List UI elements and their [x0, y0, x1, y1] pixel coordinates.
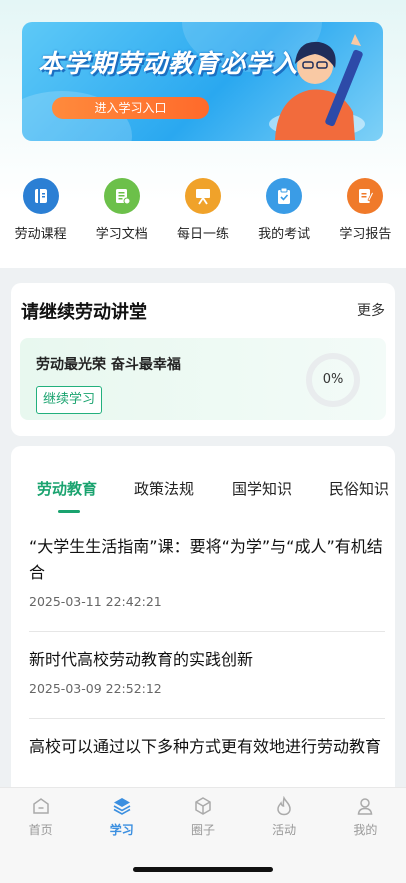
tabbar-label: 圈子 — [190, 823, 215, 837]
report-icon — [347, 178, 384, 214]
tabbar-label: 首页 — [28, 823, 53, 837]
quick-nav: 劳动课程 学习文档 每日一练 我的考试 学习报告 — [0, 178, 406, 246]
quick-item-daily-practice[interactable]: 每日一练 — [162, 178, 243, 246]
tabbar-study[interactable]: 学习 — [81, 788, 162, 849]
quick-item-label: 每日一练 — [176, 227, 229, 242]
home-icon — [32, 798, 49, 814]
banner-enter-button[interactable]: 进入学习入口 — [52, 97, 209, 119]
more-link[interactable]: 更多 — [357, 300, 385, 320]
quick-item-my-exams[interactable]: 我的考试 — [244, 178, 325, 246]
article-title: “大学生生活指南”课：要将“为学”与“成人”有机结合 — [29, 537, 383, 582]
tab-sinology[interactable]: 国学知识 — [232, 478, 292, 499]
user-icon — [358, 798, 373, 815]
article-title: 新时代高校劳动教育的实践创新 — [29, 650, 254, 669]
course-name: 劳动最光荣 奋斗最幸福 — [36, 357, 181, 373]
tab-policy-regulations[interactable]: 政策法规 — [134, 478, 194, 499]
continue-learning-button[interactable]: 继续学习 — [36, 386, 103, 414]
tabbar-label: 活动 — [272, 823, 297, 837]
article-date: 2025-03-11 22:42:21 — [29, 594, 162, 609]
tabbar-mine[interactable]: 我的 — [325, 788, 406, 849]
quick-item-courses[interactable]: 劳动课程 — [0, 178, 81, 246]
quick-item-documents[interactable]: 学习文档 — [81, 178, 162, 246]
tabbar-activity[interactable]: 活动 — [244, 788, 325, 849]
divider — [29, 718, 385, 719]
tabbar-home[interactable]: 首页 — [0, 788, 81, 849]
article-title: 高校可以通过以下多种方式更有效地进行劳动教育 — [29, 737, 382, 756]
active-tab-indicator — [58, 510, 80, 513]
home-indicator[interactable] — [133, 867, 273, 872]
lecture-section-title: 请继续劳动讲堂 — [21, 302, 147, 323]
divider — [29, 631, 385, 632]
articles-card: 劳动教育 政策法规 国学知识 民俗知识 “大学生生活指南”课：要将“为学”与“成… — [11, 446, 395, 806]
list-item[interactable]: “大学生生活指南”课：要将“为学”与“成人”有机结合 2025-03-11 22… — [29, 534, 385, 609]
quick-item-label: 学习文档 — [95, 227, 148, 242]
quick-item-label: 劳动课程 — [14, 227, 67, 242]
progress-percent: 0% — [322, 372, 344, 387]
student-with-pencil-illustration — [269, 34, 365, 140]
tab-folk-customs[interactable]: 民俗知识 — [329, 478, 389, 499]
quick-item-label: 我的考试 — [258, 227, 311, 242]
list-item[interactable]: 高校可以通过以下多种方式更有效地进行劳动教育 — [29, 734, 385, 760]
lecture-card: 请继续劳动讲堂 更多 劳动最光荣 奋斗最幸福 继续学习 0% — [11, 283, 395, 436]
easel-icon — [184, 178, 221, 214]
clipboard-icon — [266, 178, 303, 214]
tabbar-circle[interactable]: 圈子 — [162, 788, 243, 849]
quick-item-study-report[interactable]: 学习报告 — [325, 178, 406, 246]
tabbar-label: 学习 — [109, 823, 134, 837]
article-date: 2025-03-09 22:52:12 — [29, 681, 162, 696]
tab-labor-education[interactable]: 劳动教育 — [37, 478, 97, 499]
book-icon — [22, 178, 59, 214]
current-course[interactable]: 劳动最光荣 奋斗最幸福 继续学习 0% — [20, 338, 386, 420]
layers-icon — [113, 798, 131, 815]
tabbar-label: 我的 — [353, 823, 378, 837]
cube-icon — [195, 797, 211, 815]
list-item[interactable]: 新时代高校劳动教育的实践创新 2025-03-09 22:52:12 — [29, 647, 385, 696]
document-icon — [103, 178, 140, 214]
bottom-tabbar: 首页 学习 圈子 活动 我的 — [0, 787, 406, 849]
bottom-safe-area — [0, 849, 406, 883]
quick-item-label: 学习报告 — [339, 227, 392, 242]
banner[interactable]: 本学期劳动教育必学入口 进入学习入口 — [22, 22, 383, 141]
flame-icon — [277, 796, 291, 816]
